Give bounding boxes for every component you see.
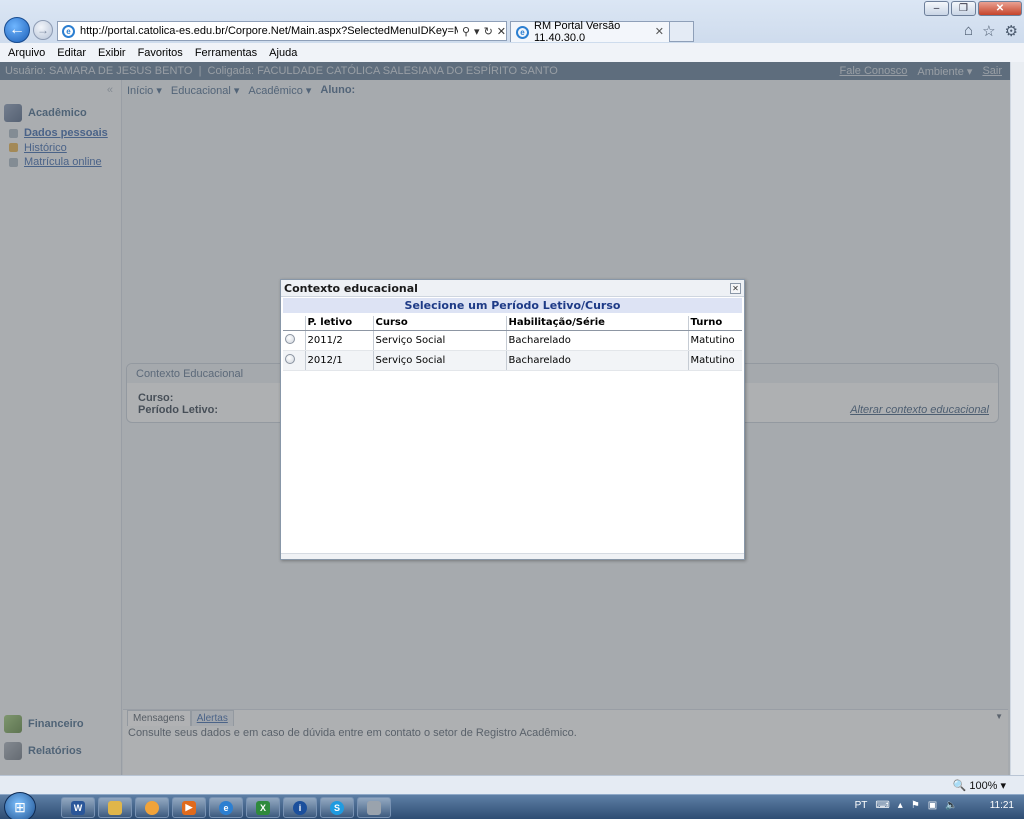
chevron-down-icon[interactable]: ▾ <box>1000 779 1006 792</box>
address-bar[interactable]: e http://portal.catolica-es.edu.br/Corpo… <box>57 21 507 41</box>
back-arrow-icon[interactable]: ← <box>4 17 30 43</box>
network-icon[interactable]: ▣ <box>928 800 937 811</box>
taskbar-messenger[interactable] <box>135 797 169 818</box>
zoom-control[interactable]: 🔍 100% ▾ <box>952 779 1006 793</box>
ie-icon: e <box>219 800 233 815</box>
media-player-icon: ▶ <box>182 800 196 815</box>
cell-curso: Serviço Social <box>373 330 507 351</box>
browser-tab[interactable]: e RM Portal Versão 11.40.30.0 ✕ <box>510 20 670 44</box>
skype-icon: S <box>330 800 344 815</box>
clock[interactable]: 11:21 <box>990 800 1014 811</box>
modal-title-text: Contexto educacional <box>284 281 418 295</box>
taskbar-tool[interactable] <box>357 797 391 818</box>
header-p-letivo: P. letivo <box>305 316 374 331</box>
tool-icon <box>367 800 381 815</box>
browser-chrome: – ❐ ✕ ← → e http://portal.catolica-es.ed… <box>0 0 1024 62</box>
row-radio[interactable] <box>285 353 295 364</box>
taskbar-excel[interactable]: X <box>246 797 280 818</box>
modal-close-icon[interactable]: ✕ <box>730 283 741 294</box>
periodo-table: P. letivo Curso Habilitação/Série Turno … <box>283 316 742 371</box>
tab-title: RM Portal Versão 11.40.30.0 <box>534 20 621 44</box>
gear-icon[interactable]: ⚙ <box>1005 22 1018 40</box>
search-icon[interactable]: ⚲ <box>462 25 470 38</box>
menu-exibir[interactable]: Exibir <box>92 47 132 59</box>
taskbar-skype[interactable]: S <box>320 797 354 818</box>
language-indicator[interactable]: PT <box>855 800 868 811</box>
cell-habilitacao: Bacharelado <box>506 350 689 371</box>
table-row[interactable]: 2011/2 Serviço Social Bacharelado Matuti… <box>283 330 742 351</box>
header-select <box>283 316 306 331</box>
stop-icon[interactable]: ✕ <box>497 25 506 38</box>
minimize-icon[interactable]: – <box>924 1 949 16</box>
flag-icon[interactable]: ⚑ <box>911 800 920 811</box>
menu-bar: Arquivo Editar Exibir Favoritos Ferramen… <box>0 43 1024 62</box>
dropdown-icon[interactable]: ▾ <box>474 25 480 38</box>
zoom-level: 100% <box>969 779 998 792</box>
refresh-icon[interactable]: ↻ <box>484 25 493 38</box>
modal-subtitle: Selecione um Período Letivo/Curso <box>283 298 742 313</box>
new-tab-button[interactable] <box>670 21 694 42</box>
folder-icon <box>108 800 122 815</box>
ie-tab-icon: e <box>516 25 529 39</box>
row-radio-cell <box>283 330 306 351</box>
forward-arrow-icon[interactable]: → <box>33 20 53 40</box>
tab-close-icon[interactable]: ✕ <box>655 25 664 38</box>
taskbar-media[interactable]: ▶ <box>172 797 206 818</box>
taskbar-explorer[interactable] <box>98 797 132 818</box>
menu-ferramentas[interactable]: Ferramentas <box>189 47 263 59</box>
volume-icon[interactable]: 🔈 <box>945 800 957 811</box>
row-radio[interactable] <box>285 333 295 344</box>
cell-habilitacao: Bacharelado <box>506 330 689 351</box>
header-curso: Curso <box>373 316 507 331</box>
ie-icon: e <box>62 24 75 38</box>
table-row[interactable]: 2012/1 Serviço Social Bacharelado Matuti… <box>283 350 742 371</box>
taskbar: ⊞ W ▶ e X i S PT ⌨ ▴ ⚑ ▣ 🔈 11:21 <box>0 792 1024 819</box>
cell-curso: Serviço Social <box>373 350 507 371</box>
header-turno: Turno <box>688 316 742 331</box>
status-bar: 🔍 100% ▾ <box>0 775 1024 794</box>
chevron-up-icon[interactable]: ▴ <box>898 800 903 811</box>
menu-arquivo[interactable]: Arquivo <box>2 47 51 59</box>
restore-icon[interactable]: ❐ <box>951 1 976 16</box>
menu-editar[interactable]: Editar <box>51 47 92 59</box>
taskbar-ie[interactable]: e <box>209 797 243 818</box>
row-radio-cell <box>283 350 306 371</box>
modal-title: Contexto educacional <box>281 280 744 297</box>
app-icon: i <box>293 800 307 815</box>
cell-p-letivo: 2011/2 <box>305 330 374 351</box>
menu-favoritos[interactable]: Favoritos <box>132 47 189 59</box>
excel-icon: X <box>256 800 270 815</box>
word-icon: W <box>71 800 85 815</box>
taskbar-word[interactable]: W <box>61 797 95 818</box>
messenger-icon <box>145 800 159 815</box>
header-habilitacao: Habilitação/Série <box>506 316 689 331</box>
system-tray: PT ⌨ ▴ ⚑ ▣ 🔈 11:21 <box>855 800 1014 811</box>
window-controls: – ❐ ✕ <box>924 1 1022 16</box>
cell-p-letivo: 2012/1 <box>305 350 374 371</box>
context-modal: Contexto educacional ✕ Selecione um Perí… <box>280 279 745 560</box>
scrollbar[interactable] <box>1010 62 1024 775</box>
browser-tools: ⌂ ☆ ⚙ <box>964 22 1018 40</box>
keyboard-icon[interactable]: ⌨ <box>875 800 889 811</box>
menu-ajuda[interactable]: Ajuda <box>263 47 303 59</box>
close-icon[interactable]: ✕ <box>978 1 1022 16</box>
table-header-row: P. letivo Curso Habilitação/Série Turno <box>283 316 742 331</box>
address-text[interactable]: http://portal.catolica-es.edu.br/Corpore… <box>80 25 458 37</box>
cell-turno: Matutino <box>688 330 742 351</box>
zoom-icon: 🔍 <box>952 780 967 792</box>
modal-footer <box>281 553 744 559</box>
home-icon[interactable]: ⌂ <box>964 22 973 40</box>
taskbar-app[interactable]: i <box>283 797 317 818</box>
favorites-star-icon[interactable]: ☆ <box>982 22 995 40</box>
cell-turno: Matutino <box>688 350 742 371</box>
start-button[interactable]: ⊞ <box>4 792 36 819</box>
